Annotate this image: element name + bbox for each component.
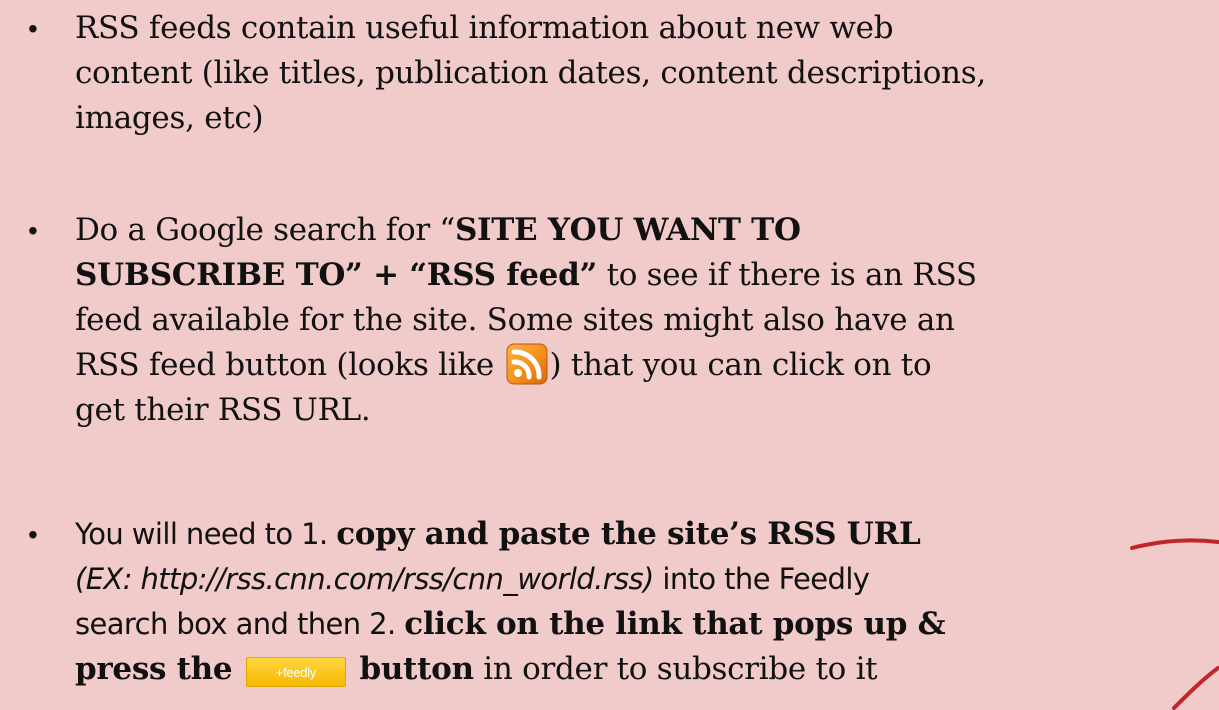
bullet-marker: •	[28, 519, 38, 550]
text-segment: ) that you can click on to	[549, 347, 932, 383]
bullet-text: You will need to 1. copy and paste the s…	[75, 512, 1215, 692]
bold-segment: SITE YOU WANT TO	[454, 212, 801, 248]
text-segment: to see if there is an RSS	[597, 257, 978, 293]
text-segment: You will need to 1.	[75, 517, 337, 551]
red-ink-stroke	[1172, 666, 1219, 710]
text-segment: search box and then 2.	[75, 607, 405, 641]
text-line: content (like titles, publication dates,…	[75, 55, 986, 91]
bullet-text: Do a Google search for “SITE YOU WANT TO…	[75, 208, 1215, 433]
bold-segment: SUBSCRIBE TO” + “RSS feed”	[75, 257, 598, 293]
bold-segment: click on the link that pops up &	[404, 606, 946, 642]
text-segment: get their RSS URL.	[75, 392, 371, 428]
text-segment: feed available for the site. Some sites …	[75, 302, 955, 338]
example-url: (EX: http://rss.cnn.com/rss/cnn_world.rs…	[75, 562, 654, 596]
text-segment: Do a Google search for “	[75, 212, 455, 248]
bullet-marker: •	[28, 13, 38, 44]
bold-segment: copy and paste the site’s RSS URL	[336, 516, 921, 552]
text-segment: into the Feedly	[653, 562, 870, 596]
bold-segment: press the	[75, 651, 233, 687]
rss-feed-icon	[506, 343, 548, 385]
red-ink-stroke	[1130, 538, 1219, 550]
bullet-text: RSS feeds contain useful information abo…	[75, 6, 1215, 141]
bullet-marker: •	[28, 215, 38, 246]
text-line: RSS feeds contain useful information abo…	[75, 10, 894, 46]
text-line: images, etc)	[75, 100, 264, 136]
feedly-button: +feedly	[245, 657, 346, 687]
text-segment: RSS feed button (looks like	[75, 347, 494, 383]
bold-segment: button	[359, 651, 474, 687]
slide: • RSS feeds contain useful information a…	[0, 0, 1219, 710]
text-segment: in order to subscribe to it	[473, 651, 878, 687]
